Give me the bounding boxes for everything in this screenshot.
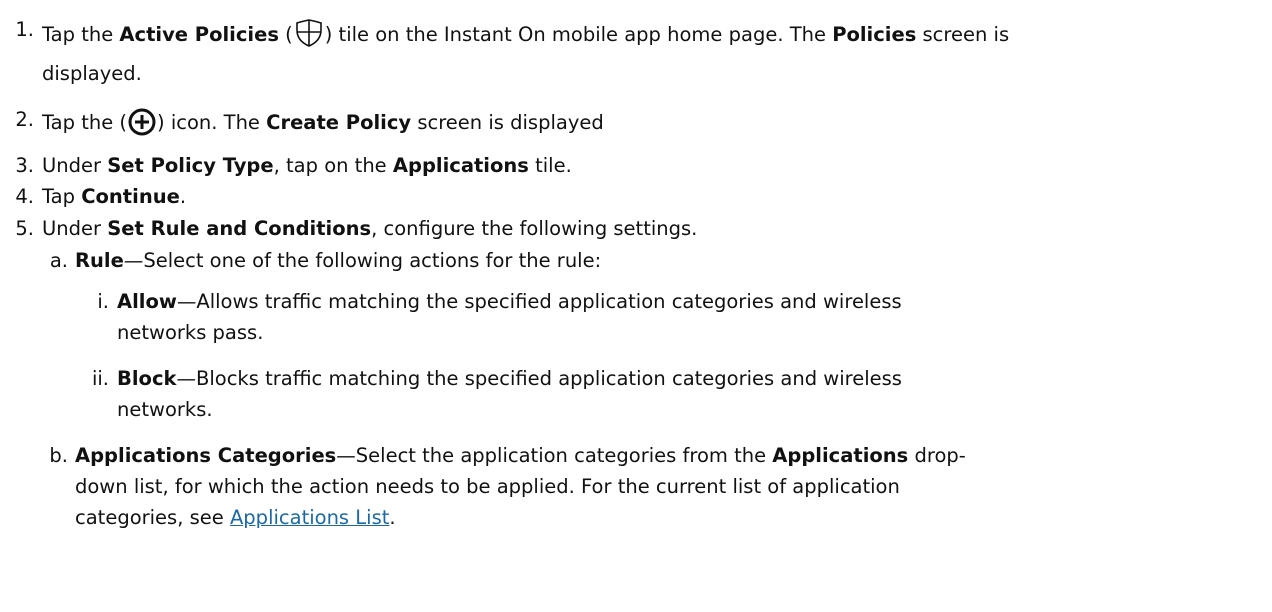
sub-b-part: —Select the application categories from …	[336, 444, 773, 467]
sub-a-label: a.	[49, 249, 68, 272]
step-1-number: 1.	[15, 18, 34, 41]
applications-dropdown-label: Applications	[772, 444, 909, 467]
block-label: Block	[117, 367, 177, 390]
step-1-part: Tap the	[42, 23, 120, 46]
create-policy-label: Create Policy	[266, 111, 412, 134]
block-desc: —Blocks traffic matching the specified a…	[176, 367, 902, 390]
policies-label: Policies	[832, 23, 917, 46]
sub-b-part: .	[389, 506, 396, 529]
step-4-part: .	[179, 185, 187, 208]
shield-plus-icon	[294, 18, 324, 53]
step-2-text: Tap the ( ) icon. The Create Policy scree…	[42, 108, 604, 141]
step-3-part: , tap on the	[273, 154, 393, 177]
continue-label: Continue	[81, 185, 180, 208]
step-3-part: Under	[42, 154, 108, 177]
active-policies-label: Active Policies	[119, 23, 279, 46]
step-3-number: 3.	[15, 154, 34, 177]
step-1-continuation: displayed.	[42, 62, 142, 85]
applications-label: Applications	[392, 154, 529, 177]
step-1-part: (	[278, 23, 293, 46]
step-4-text: Tap Continue.	[42, 185, 186, 208]
allow-label: Allow	[117, 290, 177, 313]
sub-b-label: b.	[49, 444, 68, 467]
step-1-part: ) tile on the Instant On mobile app home…	[324, 23, 833, 46]
step-5-part: , configure the following settings.	[371, 217, 698, 240]
sub-b-line-3: categories, see Applications List.	[75, 506, 396, 529]
step-5-text: Under Set Rule and Conditions, configure…	[42, 217, 697, 240]
circle-plus-icon	[128, 108, 156, 141]
step-2-part: ) icon. The	[157, 111, 267, 134]
allow-continuation: networks pass.	[117, 321, 264, 344]
step-2-number: 2.	[15, 108, 34, 131]
step-2-part: screen is displayed	[411, 111, 604, 134]
applications-list-link[interactable]: Applications List	[230, 506, 389, 529]
step-3-text: Under Set Policy Type, tap on the Applic…	[42, 154, 572, 177]
sub-b-part: drop-	[908, 444, 966, 467]
sub-a-part: —Select one of the following actions for…	[123, 249, 602, 272]
sub-b-line-2: down list, for which the action needs to…	[75, 475, 900, 498]
step-1-text: Tap the Active Policies ( ) tile on the I…	[42, 18, 1009, 53]
sub-b-part: categories, see	[75, 506, 230, 529]
sub-a-ii-label: ii.	[91, 367, 109, 390]
set-policy-type-label: Set Policy Type	[107, 154, 274, 177]
set-rule-conditions-label: Set Rule and Conditions	[107, 217, 372, 240]
sub-b-text: Applications Categories—Select the appli…	[75, 444, 966, 467]
sub-a-text: Rule—Select one of the following actions…	[75, 249, 601, 272]
block-text: Block—Blocks traffic matching the specif…	[117, 367, 902, 390]
rule-label: Rule	[75, 249, 124, 272]
step-5-number: 5.	[15, 217, 34, 240]
allow-desc: —Allows traffic matching the specified a…	[176, 290, 902, 313]
step-1-part: screen is	[916, 23, 1010, 46]
step-3-part: tile.	[528, 154, 572, 177]
step-4-number: 4.	[15, 185, 34, 208]
applications-categories-label: Applications Categories	[75, 444, 337, 467]
block-continuation: networks.	[117, 398, 213, 421]
step-5-part: Under	[42, 217, 108, 240]
step-2-part: Tap the (	[42, 111, 128, 134]
allow-text: Allow—Allows traffic matching the specif…	[117, 290, 902, 313]
sub-a-i-label: i.	[97, 290, 109, 313]
step-4-part: Tap	[42, 185, 82, 208]
